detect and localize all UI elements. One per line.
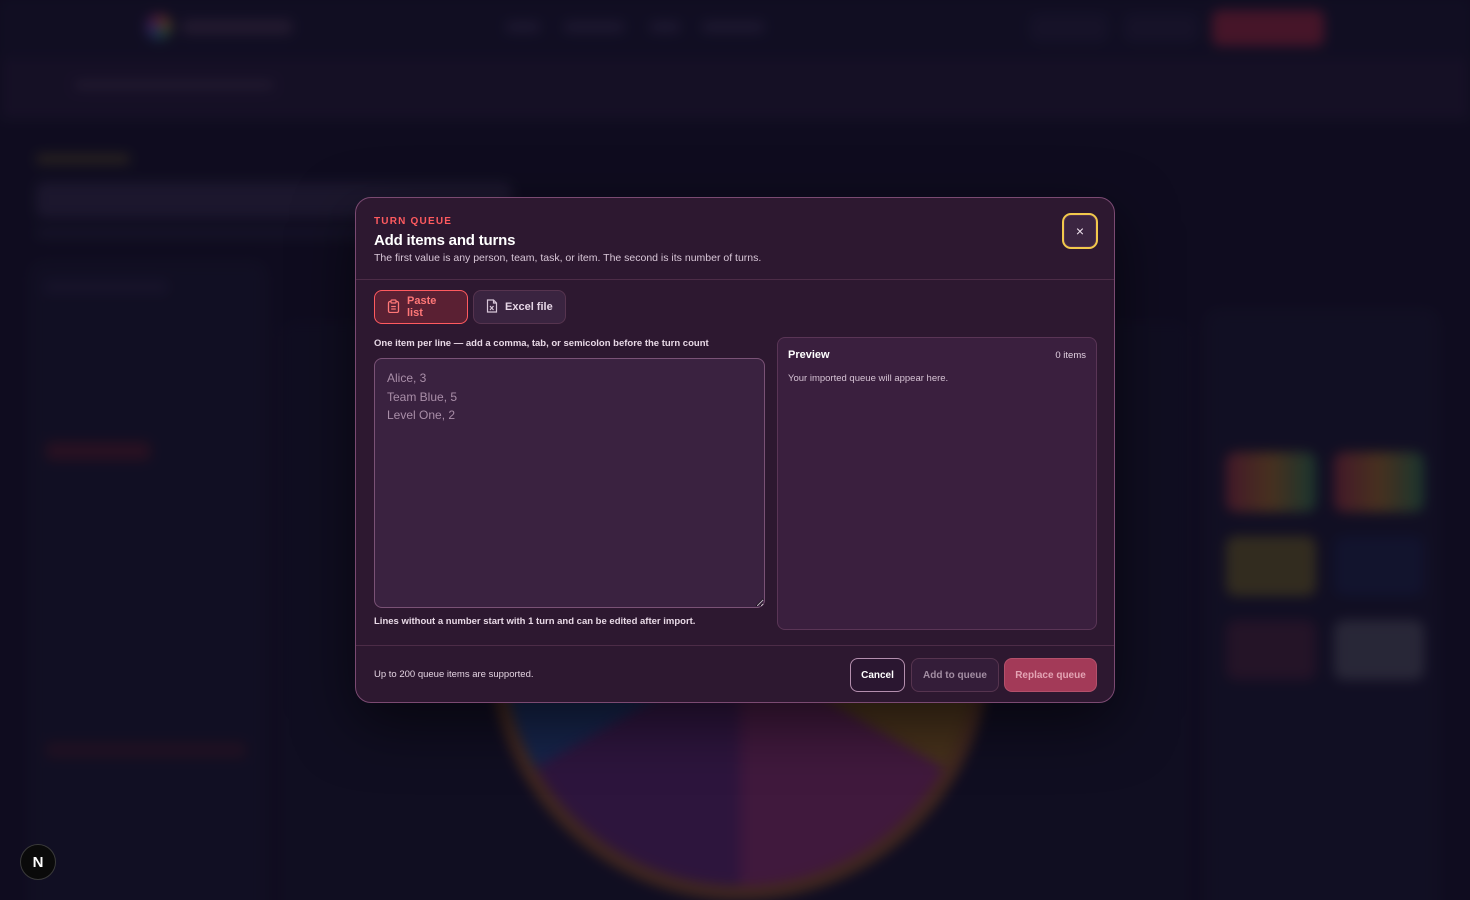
- dialog-description: The first value is any person, team, tas…: [374, 252, 762, 264]
- cancel-button[interactable]: Cancel: [850, 658, 905, 692]
- dialog-kicker: TURN QUEUE: [374, 216, 453, 227]
- close-button[interactable]: ×: [1062, 213, 1098, 249]
- preview-title: Preview: [788, 349, 830, 361]
- paste-list-textarea[interactable]: [374, 358, 765, 608]
- turn-queue-dialog: TURN QUEUE Add items and turns The first…: [355, 197, 1115, 703]
- nextjs-logo-icon: N: [32, 853, 44, 871]
- dialog-title: Add items and turns: [374, 232, 516, 249]
- dialog-footer: Up to 200 queue items are supported. Can…: [356, 645, 1114, 703]
- paste-field-label: One item per line — add a comma, tab, or…: [374, 338, 709, 349]
- tab-excel-file[interactable]: Excel file: [473, 290, 566, 324]
- tab-label: Excel file: [505, 301, 553, 313]
- preview-count: 0 items: [1055, 350, 1086, 361]
- preview-empty-state: Your imported queue will appear here.: [788, 373, 949, 384]
- preview-panel: Preview 0 items Your imported queue will…: [777, 337, 1097, 630]
- replace-queue-button[interactable]: Replace queue: [1004, 658, 1097, 692]
- dialog-header: TURN QUEUE Add items and turns The first…: [356, 198, 1114, 280]
- clipboard-icon: [387, 298, 400, 316]
- footer-note: Up to 200 queue items are supported.: [374, 669, 534, 680]
- tab-paste-list[interactable]: Paste list: [374, 290, 468, 324]
- nextjs-dev-badge[interactable]: N: [20, 844, 56, 880]
- paste-helper-text: Lines without a number start with 1 turn…: [374, 616, 696, 627]
- excel-file-icon: [486, 298, 498, 316]
- add-to-queue-button[interactable]: Add to queue: [911, 658, 999, 692]
- close-icon: ×: [1075, 223, 1085, 239]
- tab-label: Paste list: [407, 295, 437, 319]
